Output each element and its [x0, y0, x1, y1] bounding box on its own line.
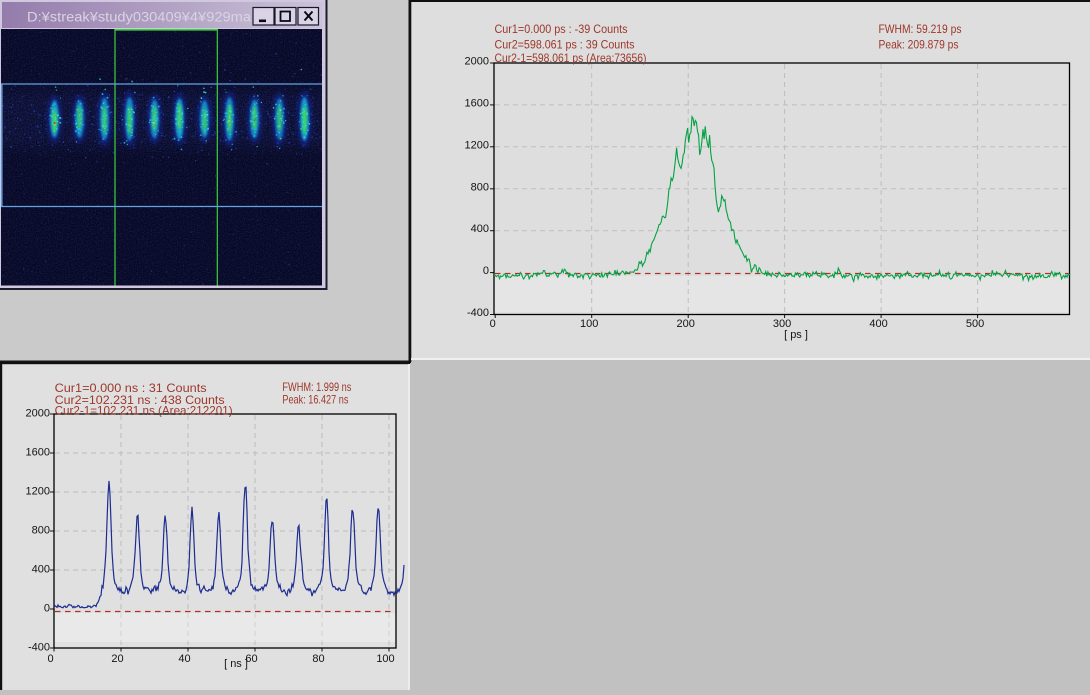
svg-text:Cur1=0.000 ps : -39 Counts: Cur1=0.000 ps : -39 Counts — [495, 22, 628, 36]
svg-text:Cur2-1=598.061 ps (Area:73656): Cur2-1=598.061 ps (Area:73656) — [495, 51, 647, 65]
svg-text:1200: 1200 — [465, 139, 489, 151]
svg-text:100: 100 — [376, 653, 394, 665]
svg-text:FWHM: 59.219 ps: FWHM: 59.219 ps — [879, 22, 962, 36]
svg-text:Cur2=598.061 ps : 39 Counts: Cur2=598.061 ps : 39 Counts — [495, 37, 635, 51]
svg-text:400: 400 — [471, 223, 489, 235]
svg-text:Cur2-1=102.231 ns (Area:212201: Cur2-1=102.231 ns (Area:212201) — [55, 404, 233, 418]
svg-text:-400: -400 — [467, 307, 489, 319]
svg-text:800: 800 — [32, 525, 50, 537]
svg-text:0: 0 — [483, 265, 489, 277]
svg-text:1600: 1600 — [26, 447, 50, 459]
svg-text:2000: 2000 — [465, 56, 489, 68]
svg-text:400: 400 — [869, 318, 887, 330]
svg-text:D:¥streak¥study030409¥4¥929ma: D:¥streak¥study030409¥4¥929ma — [27, 10, 252, 25]
svg-text:40: 40 — [178, 653, 190, 665]
svg-text:20: 20 — [111, 653, 123, 665]
svg-text:Peak: 209.879 ps: Peak: 209.879 ps — [879, 37, 959, 51]
svg-text:0: 0 — [44, 603, 50, 615]
svg-text:[ ns ]: [ ns ] — [224, 658, 248, 670]
svg-text:500: 500 — [966, 318, 984, 330]
svg-text:200: 200 — [677, 318, 695, 330]
svg-text:100: 100 — [580, 318, 598, 330]
svg-text:1600: 1600 — [465, 97, 489, 109]
svg-text:400: 400 — [32, 564, 50, 576]
svg-text:80: 80 — [312, 653, 324, 665]
svg-text:[ ps ]: [ ps ] — [784, 329, 808, 341]
svg-text:0: 0 — [490, 318, 496, 330]
svg-text:800: 800 — [471, 181, 489, 193]
svg-text:1200: 1200 — [26, 486, 50, 498]
svg-text:0: 0 — [47, 653, 53, 665]
svg-text:-400: -400 — [28, 642, 50, 654]
svg-text:2000: 2000 — [26, 408, 50, 420]
svg-text:Peak: 16.427 ns: Peak: 16.427 ns — [282, 392, 348, 406]
